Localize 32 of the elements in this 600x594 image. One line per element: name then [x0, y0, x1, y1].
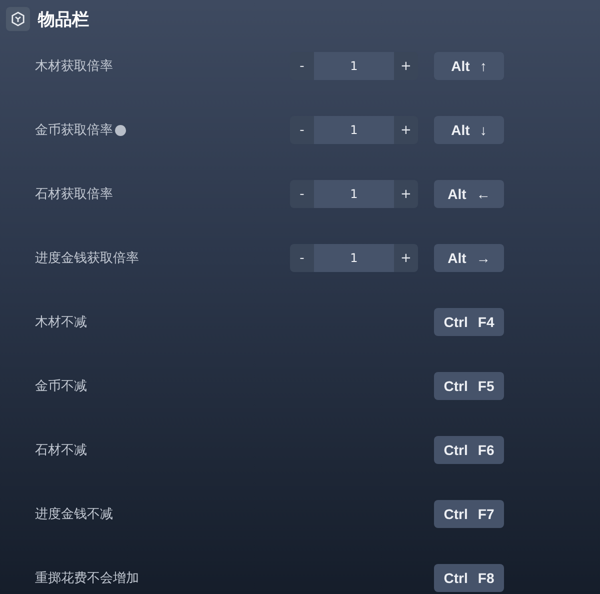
cube-icon [6, 7, 30, 31]
option-label: 进度金钱不减 [35, 506, 113, 523]
hotkey-button[interactable]: Ctrl F4 [434, 308, 504, 336]
hotkey-button[interactable]: Alt ↓ [434, 116, 504, 144]
hotkey-button[interactable]: Alt ↑ [434, 52, 504, 80]
increment-button[interactable]: + [394, 116, 418, 144]
option-label: 重掷花费不会增加 [35, 570, 139, 587]
hotkey-button[interactable]: Ctrl F5 [434, 372, 504, 400]
decrement-button[interactable]: - [290, 116, 314, 144]
value-field[interactable]: 1 [314, 116, 394, 144]
hotkey-button[interactable]: Ctrl F8 [434, 564, 504, 592]
option-label: 进度金钱获取倍率 [35, 250, 139, 267]
increment-button[interactable]: + [394, 180, 418, 208]
section-title: 物品栏 [38, 8, 89, 30]
increment-button[interactable]: + [394, 244, 418, 272]
hotkey-button[interactable]: Alt ← [434, 180, 504, 208]
decrement-button[interactable]: - [290, 52, 314, 80]
increment-button[interactable]: + [394, 52, 418, 80]
option-label: 石材不减 [35, 442, 87, 459]
decrement-button[interactable]: - [290, 180, 314, 208]
decrement-button[interactable]: - [290, 244, 314, 272]
value-field[interactable]: 1 [314, 180, 394, 208]
option-label: 木材获取倍率 [35, 58, 113, 75]
option-label: 金币获取倍率 [35, 122, 113, 139]
hotkey-button[interactable]: Ctrl F6 [434, 436, 504, 464]
value-field[interactable]: 1 [314, 52, 394, 80]
option-label: 金币不减 [35, 378, 87, 395]
option-label: 木材不减 [35, 314, 87, 331]
value-field[interactable]: 1 [314, 244, 394, 272]
hotkey-button[interactable]: Ctrl F7 [434, 500, 504, 528]
option-label: 石材获取倍率 [35, 186, 113, 203]
hotkey-button[interactable]: Alt → [434, 244, 504, 272]
